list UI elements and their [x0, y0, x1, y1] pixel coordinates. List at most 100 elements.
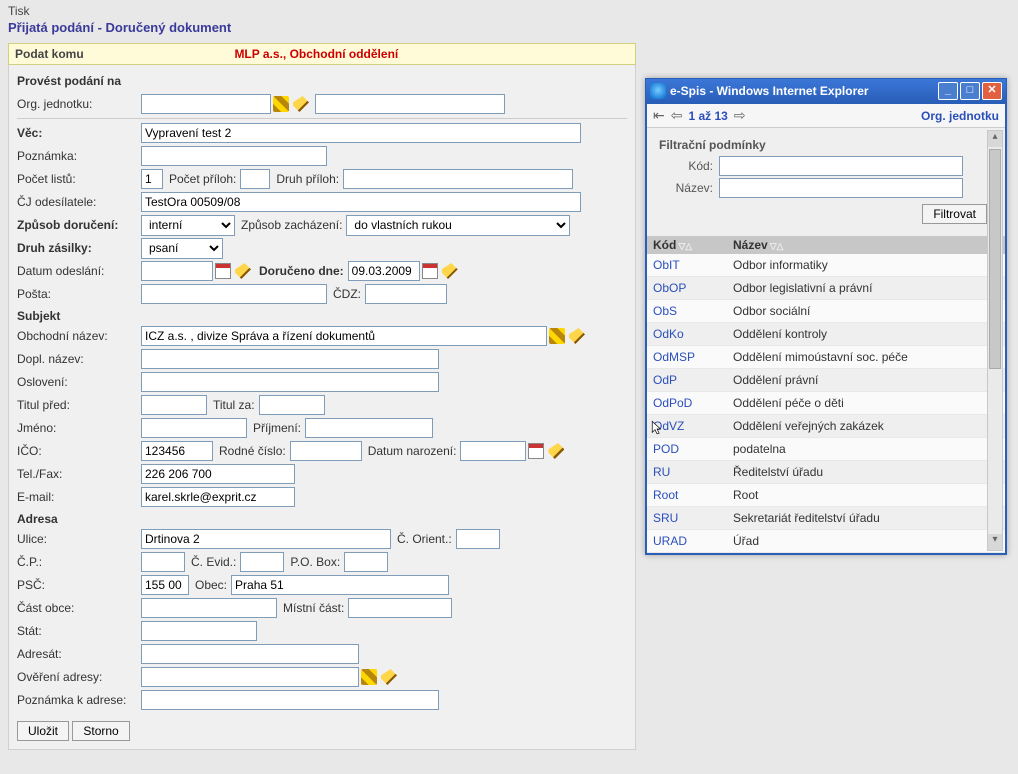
grid-cell-kod[interactable]: ObIT — [653, 258, 733, 272]
obec-input[interactable] — [231, 575, 449, 595]
druh-zasilky-select[interactable]: psaní — [141, 238, 223, 259]
osloveni-input[interactable] — [141, 372, 439, 392]
grid-cell-kod[interactable]: OdPoD — [653, 396, 733, 410]
jmeno-input[interactable] — [141, 418, 247, 438]
po-box-input[interactable] — [344, 552, 388, 572]
filter-kod-input[interactable] — [719, 156, 963, 176]
grid-cell-kod[interactable]: Root — [653, 488, 733, 502]
edit-icon[interactable] — [442, 263, 458, 279]
filter-nazev-input[interactable] — [719, 178, 963, 198]
grid-cell-kod[interactable]: OdP — [653, 373, 733, 387]
datum-odeslani-input[interactable] — [141, 261, 213, 281]
calendar-icon[interactable] — [215, 263, 231, 279]
druh-priloh-input[interactable] — [343, 169, 573, 189]
popup-titlebar[interactable]: e-Spis - Windows Internet Explorer _ □ ✕ — [645, 78, 1007, 104]
calendar-icon[interactable] — [528, 443, 544, 459]
c-orient-input[interactable] — [456, 529, 500, 549]
grid-cell-kod[interactable]: POD — [653, 442, 733, 456]
grid-row[interactable]: RootRoot — [647, 484, 1005, 507]
grid-row[interactable]: OdPOddělení právní — [647, 369, 1005, 392]
titul-pred-input[interactable] — [141, 395, 207, 415]
zpusob-doruceni-select[interactable]: interní — [141, 215, 235, 236]
posta-input[interactable] — [141, 284, 327, 304]
poznamka-input[interactable] — [141, 146, 327, 166]
close-button[interactable]: ✕ — [982, 82, 1002, 100]
edit-icon[interactable] — [548, 443, 564, 459]
pocet-priloh-input[interactable] — [240, 169, 270, 189]
grid-cell-nazev: Oddělení kontroly — [733, 327, 999, 341]
zpusob-zachazeni-select[interactable]: do vlastních rukou — [346, 215, 570, 236]
filter-button[interactable]: Filtrovat — [922, 204, 987, 224]
stat-input[interactable] — [141, 621, 257, 641]
minimize-button[interactable]: _ — [938, 82, 958, 100]
edit-icon[interactable] — [569, 328, 585, 344]
sort-icon[interactable]: ▽△ — [770, 241, 784, 251]
grid-hdr-kod[interactable]: Kód — [653, 238, 676, 252]
tree-icon[interactable] — [273, 96, 289, 112]
edit-icon[interactable] — [381, 669, 397, 685]
pozn-adresa-input[interactable] — [141, 690, 439, 710]
cast-obce-input[interactable] — [141, 598, 277, 618]
grid-cell-kod[interactable]: OdMSP — [653, 350, 733, 364]
pocet-listu-input[interactable] — [141, 169, 163, 189]
save-button[interactable]: Uložit — [17, 721, 69, 741]
datum-narozeni-input[interactable] — [460, 441, 526, 461]
scroll-up-icon[interactable]: ▴ — [988, 131, 1002, 147]
scroll-down-icon[interactable]: ▾ — [988, 534, 1002, 550]
titul-za-input[interactable] — [259, 395, 325, 415]
grid-row[interactable]: ObITOdbor informatiky — [647, 254, 1005, 277]
adresat-input[interactable] — [141, 644, 359, 664]
c-evid-input[interactable] — [240, 552, 284, 572]
grid-cell-kod[interactable]: RU — [653, 465, 733, 479]
email-input[interactable] — [141, 487, 295, 507]
sort-icon[interactable]: ▽△ — [678, 241, 692, 251]
dopl-nazev-input[interactable] — [141, 349, 439, 369]
grid-cell-kod[interactable]: OdVZ — [653, 419, 733, 433]
vec-input[interactable] — [141, 123, 581, 143]
grid-cell-kod[interactable]: SRU — [653, 511, 733, 525]
scroll-thumb[interactable] — [989, 149, 1001, 369]
edit-icon[interactable] — [235, 263, 251, 279]
grid-row[interactable]: OdMSPOddělení mimoústavní soc. péče — [647, 346, 1005, 369]
grid-row[interactable]: OdVZOddělení veřejných zakázek — [647, 415, 1005, 438]
psc-input[interactable] — [141, 575, 189, 595]
grid-row[interactable]: RUŘeditelství úřadu — [647, 461, 1005, 484]
org-jednotku-input-2[interactable] — [315, 94, 505, 114]
mistni-cast-input[interactable] — [348, 598, 452, 618]
grid-cell-kod[interactable]: URAD — [653, 534, 733, 548]
scrollbar[interactable]: ▴ ▾ — [987, 130, 1003, 551]
grid-cell-kod[interactable]: OdKo — [653, 327, 733, 341]
grid-row[interactable]: ObSOdbor sociální — [647, 300, 1005, 323]
grid-row[interactable]: PODpodatelna — [647, 438, 1005, 461]
grid-row[interactable]: SRUSekretariát ředitelství úřadu — [647, 507, 1005, 530]
tel-input[interactable] — [141, 464, 295, 484]
cj-input[interactable] — [141, 192, 581, 212]
prijmeni-input[interactable] — [305, 418, 433, 438]
osloveni-label: Oslovení: — [17, 375, 141, 389]
obch-nazev-input[interactable] — [141, 326, 547, 346]
doruceno-dne-input[interactable] — [348, 261, 420, 281]
ulice-input[interactable] — [141, 529, 391, 549]
grid-row[interactable]: OdKoOddělení kontroly — [647, 323, 1005, 346]
rodne-cislo-input[interactable] — [290, 441, 362, 461]
nav-first-icon[interactable]: ⇤ — [653, 107, 665, 124]
grid-row[interactable]: ObOPOdbor legislativní a právní — [647, 277, 1005, 300]
edit-icon[interactable] — [293, 96, 309, 112]
grid-cell-kod[interactable]: ObOP — [653, 281, 733, 295]
nav-next-icon[interactable]: ⇨ — [734, 107, 746, 124]
grid-cell-kod[interactable]: ObS — [653, 304, 733, 318]
cancel-button[interactable]: Storno — [72, 721, 129, 741]
cdz-input[interactable] — [365, 284, 447, 304]
maximize-button[interactable]: □ — [960, 82, 980, 100]
org-jednotku-input[interactable] — [141, 94, 271, 114]
tree-icon[interactable] — [361, 669, 377, 685]
overeni-input[interactable] — [141, 667, 359, 687]
ico-input[interactable] — [141, 441, 213, 461]
calendar-icon[interactable] — [422, 263, 438, 279]
grid-row[interactable]: URADÚřad — [647, 530, 1005, 553]
grid-hdr-nazev[interactable]: Název — [733, 238, 768, 252]
nav-prev-icon[interactable]: ⇦ — [671, 107, 683, 124]
tree-icon[interactable] — [549, 328, 565, 344]
grid-row[interactable]: OdPoDOddělení péče o děti — [647, 392, 1005, 415]
cp-input[interactable] — [141, 552, 185, 572]
